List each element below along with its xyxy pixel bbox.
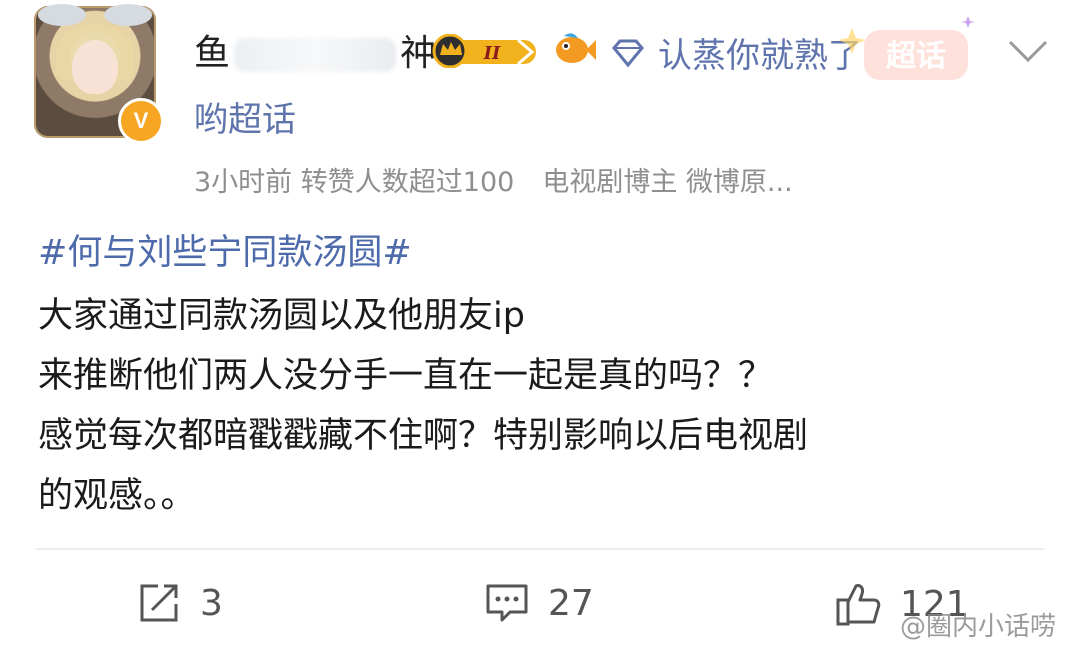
share-button[interactable]: 3: [136, 580, 223, 626]
super-topic-link[interactable]: 认蒸你就熟了: [658, 28, 862, 77]
post-source: 微博原...: [685, 167, 793, 198]
username-end: 祌: [400, 33, 437, 74]
comment-count: 27: [548, 582, 594, 624]
watermark: @圈内小话唠: [900, 612, 1057, 642]
level-badge-text: II: [483, 43, 501, 64]
comment-button[interactable]: 27: [484, 580, 594, 626]
username-start: 鱼: [194, 33, 231, 74]
post-body-line: 感觉每次都暗戳戳藏不住啊？特别影响以后电视剧: [38, 416, 809, 456]
supertopic-badge-text: 超话: [886, 40, 946, 73]
divider: [36, 548, 1044, 550]
post-body-line: 来推断他们两人没分手一直在一起是真的吗？？: [38, 356, 774, 396]
thumbs-up-icon: [836, 584, 881, 626]
author-category: 电视剧博主: [542, 167, 678, 198]
hashtag-link[interactable]: #何与刘些宁同款汤圆#: [38, 224, 412, 275]
username[interactable]: 鱼祌: [194, 24, 436, 76]
avatar-wing-decoration: [104, 4, 152, 26]
chevron-down-icon[interactable]: [1006, 38, 1050, 64]
super-topic-link-continued[interactable]: 哟超话: [194, 92, 296, 141]
diamond-icon: [612, 39, 644, 68]
username-blur-redaction: [234, 38, 397, 72]
post-body: 大家通过同款汤圆以及他朋友ip 来推断他们两人没分手一直在一起是真的吗？？ 感觉…: [38, 286, 1058, 526]
share-count: 3: [200, 582, 223, 624]
post-time: 3小时前: [194, 167, 293, 198]
post-body-line: 大家通过同款汤圆以及他朋友ip: [38, 296, 525, 336]
repost-note: 转赞人数超过100: [300, 167, 515, 198]
avatar-face: [72, 40, 118, 94]
avatar-wing-decoration: [38, 4, 86, 26]
crown-badge-icon[interactable]: II: [432, 34, 540, 68]
comment-icon: [486, 584, 528, 622]
post-body-line: 的观感。。: [38, 476, 196, 516]
fish-icon: [556, 33, 596, 63]
share-icon: [140, 584, 178, 622]
verified-v-icon: V: [118, 98, 164, 144]
post-meta: 3小时前 转赞人数超过100 电视剧博主 微博原...: [194, 160, 793, 199]
